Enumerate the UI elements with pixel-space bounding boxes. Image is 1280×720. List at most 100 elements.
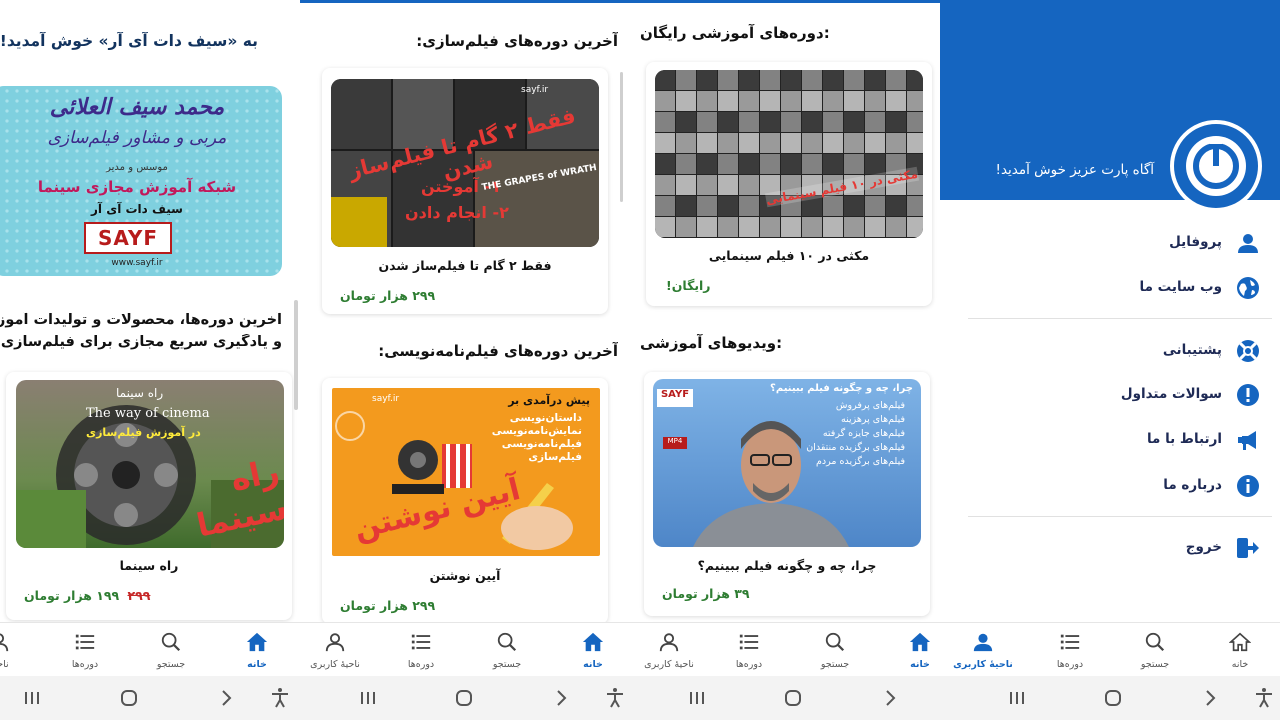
videos-title: ویدیوهای آموزشی: <box>640 334 783 352</box>
home-circle-icon[interactable] <box>781 686 805 710</box>
thumb-line: نمایش‌نامه‌نویسی <box>491 425 582 437</box>
nav-account-partial[interactable]: ناحیهٔ <box>0 623 34 677</box>
back-chevron-icon[interactable] <box>878 686 902 710</box>
thumb-lines: داستان‌نویسی نمایش‌نامه‌نویسی فیلم‌نامه‌… <box>492 412 582 464</box>
nav-courses[interactable]: دوره‌ها <box>386 623 456 677</box>
thumb-text-top: راه سینما <box>116 386 164 400</box>
drawer-item-label: پروفایل <box>1169 234 1222 250</box>
drawer-divider <box>968 318 1272 319</box>
recents-icon[interactable] <box>356 686 380 710</box>
promo-banner[interactable]: محمد سیف العلائی مربی و مشاور فیلم‌سازی … <box>0 86 282 276</box>
drawer-item-logout[interactable]: خروج <box>1100 533 1260 563</box>
thumb-text-sub: در آموزش فیلم‌سازی <box>86 426 201 439</box>
nav-label: ناحیهٔ <box>0 659 9 670</box>
drawer-item-label: سوالات متداول <box>1120 386 1222 402</box>
home-circle-icon[interactable] <box>117 686 141 710</box>
drawer-item-faq[interactable]: سوالات متداول <box>1100 380 1260 410</box>
course-card-video[interactable]: SAYF MP4 چرا، چه و چگونه فیلم ببینیم؟ فی… <box>644 372 930 616</box>
home-circle-icon[interactable] <box>452 686 476 710</box>
drawer-item-label: خروج <box>1185 539 1222 555</box>
drawer-item-label: پشتیبانی <box>1162 342 1222 358</box>
banner-url: www.sayf.ir <box>111 258 163 268</box>
course-title: مکثی در ۱۰ فیلم سینمایی <box>708 248 870 263</box>
nav-account[interactable]: ناحیهٔ کاربری <box>948 623 1018 677</box>
banner-role: مربی و مشاور فیلم‌سازی <box>47 128 227 148</box>
course-card-free[interactable]: مکثی در ۱۰ فیلم سینمایی مکثی در ۱۰ فیلم … <box>646 62 932 306</box>
nav-home[interactable]: خانه <box>1205 623 1275 677</box>
thumb-text-en: The way of cinema <box>86 406 210 421</box>
scrollbar-left[interactable] <box>294 300 298 410</box>
globe-icon <box>1237 277 1259 299</box>
nav-home[interactable]: خانه <box>558 623 628 677</box>
nav-search[interactable]: جستجو <box>1120 623 1190 677</box>
power-logo-icon <box>1186 136 1246 196</box>
drawer-item-about[interactable]: درباره ما <box>1100 471 1260 501</box>
lifebuoy-icon <box>1237 340 1259 362</box>
nav-search[interactable]: جستجو <box>136 623 206 677</box>
drawer-item-profile[interactable]: پروفایل <box>1100 228 1260 258</box>
bottom-nav-middle: ناحیهٔ کاربری دوره‌ها جستجو خانه <box>300 622 630 676</box>
course-card-rah-cinema[interactable]: راه سینما The way of cinema در آموزش فیل… <box>6 372 292 620</box>
drawer-item-website[interactable]: وب سایت ما <box>1100 273 1260 303</box>
latest-title-line2: و یادگیری سریع مجازی برای فیلم‌سازی: <box>0 334 282 350</box>
accessibility-icon[interactable] <box>268 686 292 710</box>
user-icon <box>1238 234 1258 253</box>
home-circle-icon[interactable] <box>1101 686 1125 710</box>
course-title: فقط ۲ گام تا فیلم‌ساز شدن <box>378 258 552 273</box>
course-price: ۲۹۹ ۱۹۹ هزار تومان <box>24 588 150 603</box>
user-outline-icon <box>0 633 9 652</box>
drawer-greeting: آگاه پارت عزیز خوش آمدید! <box>995 162 1154 178</box>
nav-home[interactable]: خانه <box>222 623 292 677</box>
drawer-item-label: درباره ما <box>1163 477 1222 493</box>
course-thumb: SAYF MP4 چرا، چه و چگونه فیلم ببینیم؟ فی… <box>653 379 921 547</box>
logout-icon <box>1237 538 1259 558</box>
nav-courses[interactable]: دوره‌ها <box>50 623 120 677</box>
drawer-item-contact[interactable]: ارتباط با ما <box>1100 425 1260 455</box>
recents-icon[interactable] <box>1005 686 1029 710</box>
nav-courses[interactable]: دوره‌ها <box>1035 623 1105 677</box>
nav-label: خانه <box>910 659 930 670</box>
faces-collage-image <box>655 70 923 237</box>
nav-home[interactable]: خانه <box>885 623 955 677</box>
bottom-nav-right: ناحیهٔ کاربری دوره‌ها جستجو خانه <box>630 622 955 676</box>
nav-label: ناحیهٔ کاربری <box>310 659 360 670</box>
back-chevron-icon[interactable] <box>214 686 238 710</box>
list-icon <box>1060 634 1080 650</box>
course-thumb: راه سینما The way of cinema در آموزش فیل… <box>16 380 284 548</box>
filmmaking-section-title: آخرین دوره‌های فیلم‌سازی: <box>416 32 618 50</box>
home-icon <box>246 632 268 652</box>
nav-search[interactable]: جستجو <box>800 623 870 677</box>
course-thumb: sayf.ir پیش درآمدی بر داستان‌نویسی نمایش… <box>332 388 600 556</box>
nav-label: خانه <box>1231 659 1249 670</box>
accessibility-icon[interactable] <box>1252 686 1276 710</box>
search-icon <box>161 632 181 652</box>
site-tag: sayf.ir <box>521 85 549 95</box>
nav-search[interactable]: جستجو <box>472 623 542 677</box>
app-logo-avatar <box>1170 120 1262 212</box>
android-system-bar <box>0 676 1280 720</box>
accessibility-icon[interactable] <box>603 686 627 710</box>
banner-network: شبکه آموزش مجازی سینما <box>37 178 237 196</box>
back-chevron-icon[interactable] <box>1198 686 1222 710</box>
course-card-two-steps[interactable]: sayf.ir فقط ۲ گام تا فیلم‌ساز شدن ۱- آمو… <box>322 68 608 314</box>
drawer-header: آگاه پارت عزیز خوش آمدید! <box>940 0 1280 212</box>
search-icon <box>497 632 517 652</box>
scrollbar-mid[interactable] <box>620 72 623 202</box>
course-price: ۲۹۹ هزار تومان <box>340 598 436 613</box>
nav-courses[interactable]: دوره‌ها <box>714 623 784 677</box>
screenwriting-section-title: آخرین دوره‌های فیلم‌نامه‌نویسی: <box>378 342 618 360</box>
list-icon <box>411 634 431 650</box>
thumb-line: فیلم‌نامه‌نویسی <box>501 438 582 450</box>
back-chevron-icon[interactable] <box>549 686 573 710</box>
user-outline-icon <box>659 633 679 652</box>
course-card-writing[interactable]: sayf.ir پیش درآمدی بر داستان‌نویسی نمایش… <box>322 378 608 624</box>
nav-account[interactable]: ناحیهٔ کاربری <box>634 623 704 677</box>
course-title: راه سینما <box>119 558 179 573</box>
drawer-item-support[interactable]: پشتیبانی <box>1100 336 1260 366</box>
course-thumb: sayf.ir فقط ۲ گام تا فیلم‌ساز شدن ۱- آمو… <box>331 79 599 247</box>
recents-icon[interactable] <box>685 686 709 710</box>
nav-label: ناحیهٔ کاربری <box>644 659 694 670</box>
nav-label: دوره‌ها <box>71 659 99 670</box>
nav-account[interactable]: ناحیهٔ کاربری <box>300 623 370 677</box>
recents-icon[interactable] <box>20 686 44 710</box>
